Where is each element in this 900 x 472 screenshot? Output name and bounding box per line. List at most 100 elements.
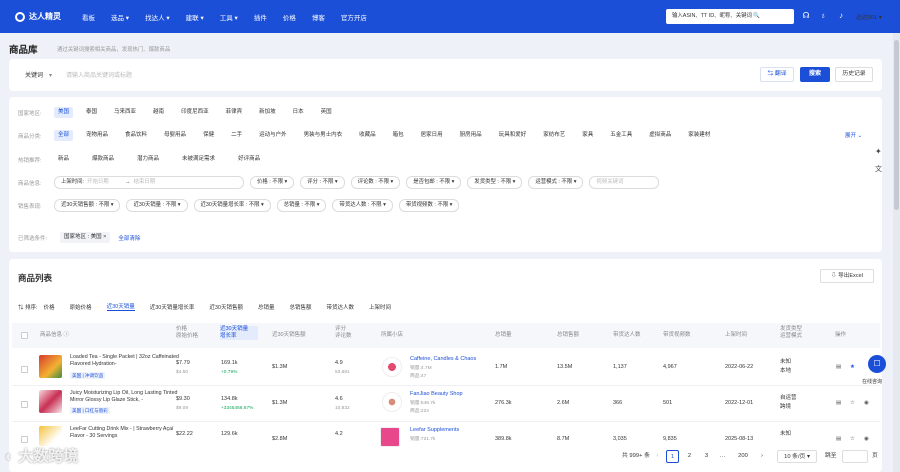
detail-icon[interactable]: ▤ [836, 400, 841, 407]
chip-country[interactable]: 美国 [54, 107, 74, 118]
chip-category[interactable]: 玩具和爱好 [495, 130, 531, 141]
chip-category[interactable]: 男装与男士内衣 [300, 130, 347, 141]
chip-category[interactable]: 母婴用品 [160, 130, 190, 141]
chip-feature[interactable]: 爆款商品 [88, 154, 118, 165]
favorite-star-icon[interactable]: ☆ [850, 436, 855, 443]
chip-category[interactable]: 宠物用品 [82, 130, 112, 141]
shop-avatar[interactable] [380, 427, 400, 447]
chip-feature[interactable]: 好评商品 [234, 154, 264, 165]
chip-category[interactable]: 家装建材 [684, 130, 714, 141]
col-listed[interactable]: 上架时间 [725, 332, 747, 339]
clear-all-link[interactable]: 全部清除 [118, 234, 140, 242]
chip-country[interactable]: 印度尼西亚 [177, 107, 213, 118]
sort-option[interactable]: 近30天销量 [106, 302, 135, 311]
chip-category[interactable]: 厨房用品 [456, 130, 486, 141]
favorite-star-icon[interactable]: ★ [850, 364, 855, 371]
col-rating[interactable]: 评分 评论数 [335, 326, 352, 340]
online-consult-label[interactable]: 在线咨询 [862, 378, 882, 385]
page-size-select[interactable]: 10 条/页 ▾ [777, 450, 817, 463]
chip-category[interactable]: 收藏品 [355, 130, 380, 141]
product-name[interactable]: LeeFar Cutting Drink Mix - | Strawberry … [70, 426, 188, 439]
ship-type-select[interactable]: 发货类型 : 不限 ▾ [467, 176, 523, 189]
chip-category[interactable]: 二手 [227, 130, 246, 141]
shop-name[interactable]: Leefar Supplements [410, 427, 459, 434]
bell-icon[interactable]: ♪ [836, 11, 846, 21]
chat-icon[interactable]: ☐ [868, 355, 886, 373]
creator-count-select[interactable]: 带货达人数 : 不限 ▾ [332, 199, 393, 212]
chip-category[interactable]: 家具 [578, 130, 597, 141]
price-select[interactable]: 价格 : 不限 ▾ [250, 176, 295, 189]
scrollbar-thumb[interactable] [894, 40, 899, 210]
operation-mode-select[interactable]: 运营模式 : 不限 ▾ [528, 176, 584, 189]
nav-item-product[interactable]: 选品 ▾ [111, 12, 129, 22]
col-videos[interactable]: 带货视频数 [663, 332, 691, 339]
favorite-star-icon[interactable]: ☆ [850, 400, 855, 407]
page-ellipsis[interactable]: … [716, 450, 729, 463]
sales-volume-select[interactable]: 近30天销量 : 不限 ▾ [126, 199, 188, 212]
col-creators[interactable]: 带货达人数 [613, 332, 641, 339]
product-name[interactable]: Juicy Moisturizing Lip Oil, Long Lasting… [70, 390, 188, 403]
chip-feature[interactable]: 未被满足需求 [178, 154, 219, 165]
nav-item-tools[interactable]: 工具 ▾ [220, 12, 238, 22]
nav-item-pricing[interactable]: 价格 [283, 12, 296, 22]
select-all-checkbox[interactable] [21, 332, 28, 339]
export-excel-button[interactable]: ⇩ 导出Excel [820, 269, 874, 283]
col-price[interactable]: 价格 原始价格 [176, 326, 198, 340]
video-keyword-input[interactable]: 视频关键词 [589, 176, 660, 189]
shop-avatar[interactable] [382, 357, 402, 377]
sort-option[interactable]: 原始价格 [70, 303, 92, 311]
free-shipping-select[interactable]: 是否包邮 : 不限 ▾ [406, 176, 462, 189]
product-thumbnail[interactable] [39, 355, 62, 378]
product-thumbnail[interactable] [39, 426, 62, 446]
chip-category[interactable]: 全部 [54, 130, 74, 141]
page-button[interactable]: 2 [683, 450, 696, 463]
chip-country[interactable]: 日本 [289, 107, 308, 118]
shop-name[interactable]: Caffeine, Candles & Chaos [410, 356, 476, 363]
brand-logo[interactable]: 达人精灵 [15, 11, 70, 22]
chip-country[interactable]: 泰国 [82, 107, 101, 118]
listing-date-range[interactable]: 上架时间: 开始日期 → 结束日期 [54, 176, 244, 189]
chip-country[interactable]: 越南 [149, 107, 168, 118]
chip-category[interactable]: 居家日用 [417, 130, 447, 141]
selected-filter-tag[interactable]: 国家地区 : 美国 × [60, 232, 111, 243]
bulb-icon[interactable]: ♁ [818, 11, 828, 21]
nav-item-outreach[interactable]: 建联 ▾ [186, 12, 204, 22]
row-checkbox[interactable] [21, 366, 28, 373]
view-icon[interactable]: ◉ [864, 436, 869, 443]
chip-country[interactable]: 新加坡 [255, 107, 280, 118]
nav-item-open-store[interactable]: 官方开店 [341, 12, 367, 22]
headset-icon[interactable]: ☊ [801, 11, 811, 21]
translate-button[interactable]: ⇆ 翻译 [760, 67, 794, 82]
chip-category[interactable]: 运动与户外 [255, 130, 291, 141]
col-total-sales[interactable]: 总销量 [495, 332, 512, 339]
col-sales30[interactable]: 近30天销量 增长率 [220, 326, 258, 340]
chip-category[interactable]: 箱包 [389, 130, 408, 141]
page-button[interactable]: 1 [666, 450, 679, 463]
chip-feature[interactable]: 新品 [54, 154, 73, 165]
translate-icon[interactable]: 文 [875, 166, 882, 173]
reviews-select[interactable]: 评论数 : 不限 ▾ [350, 176, 401, 189]
chip-country[interactable]: 英国 [317, 107, 336, 118]
chip-country[interactable]: 马来西亚 [110, 107, 140, 118]
nav-item-dashboard[interactable]: 看板 [82, 12, 95, 22]
chip-category[interactable]: 五金工具 [606, 130, 636, 141]
chip-country[interactable]: 菲律宾 [222, 107, 247, 118]
sort-option[interactable]: 总销量 [258, 303, 275, 311]
rating-select[interactable]: 评分 : 不限 ▾ [300, 176, 345, 189]
chip-category[interactable]: 食品饮料 [121, 130, 151, 141]
nav-item-plugin[interactable]: 插件 [254, 12, 267, 22]
view-icon[interactable]: ◉ [864, 400, 869, 407]
expand-categories-button[interactable]: 展开 ⌄ [845, 131, 862, 139]
video-count-select[interactable]: 带货视频数 : 不限 ▾ [398, 199, 460, 212]
shop-name[interactable]: FanJiao Beauty Shop [410, 391, 463, 398]
history-button[interactable]: 历史记录 [835, 67, 873, 82]
detail-icon[interactable]: ▤ [836, 436, 841, 443]
col-revenue30[interactable]: 近30天销售额 [272, 332, 306, 339]
sort-option[interactable]: 上架时间 [369, 303, 391, 311]
prev-page-button[interactable]: ‹ [651, 450, 664, 463]
chip-category[interactable]: 保健 [199, 130, 218, 141]
page-button[interactable]: 200 [733, 450, 753, 463]
keyword-input[interactable]: 请输入商品关键词或标题 [66, 70, 132, 79]
sort-option[interactable]: 总销售额 [289, 303, 311, 311]
sales-growth-select[interactable]: 近30天销量增长率 : 不限 ▾ [193, 199, 271, 212]
